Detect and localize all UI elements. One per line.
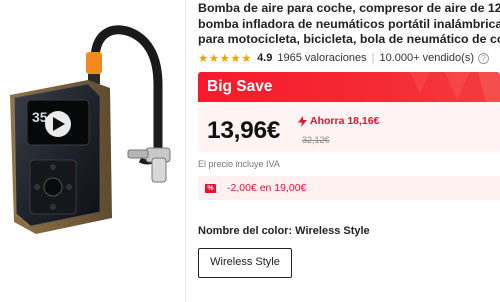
coupon-row[interactable]: % -2,00€ en 19,00€ [198, 176, 500, 200]
coupon-text: -2,00€ en 19,00€ [227, 182, 307, 194]
air-pump-illustration: 35 [10, 25, 171, 234]
product-title: Bomba de aire para coche, compresor de a… [198, 1, 500, 48]
star-rating-icon[interactable]: ★★★★★ [198, 51, 252, 65]
review-count-link[interactable]: 1965 valoraciones [277, 52, 366, 64]
product-info: Bomba de aire para coche, compresor de a… [198, 0, 500, 302]
play-icon[interactable] [45, 111, 71, 137]
deal-banner: Big Save [198, 72, 500, 102]
savings-label: Ahorra 18,16€ [298, 115, 379, 127]
original-price: 32,12€ [302, 135, 330, 145]
title-line-1: Bomba de aire para coche, compresor de a… [198, 1, 500, 15]
hose-collar [86, 52, 102, 74]
bolt-icon [298, 115, 307, 127]
savings-text: Ahorra 18,16€ [310, 115, 380, 127]
deal-body: 13,96€ Ahorra 18,16€ 32,12€ [198, 102, 500, 152]
rating-value: 4.9 [257, 52, 273, 64]
title-line-2: bomba infladora de neumáticos portátil i… [198, 16, 500, 31]
sold-count: 10.000+ vendido(s) [379, 52, 474, 64]
column-divider [185, 0, 186, 302]
rating-row: ★★★★★ 4.9 1965 valoraciones | 10.000+ ve… [198, 51, 500, 65]
banner-pattern-icon [410, 72, 500, 102]
sale-price: 13,96€ [207, 117, 281, 144]
color-option-wireless-style[interactable]: Wireless Style [198, 248, 292, 278]
color-name-label: Nombre del color: Wireless Style [198, 225, 370, 237]
separator: | [371, 52, 375, 64]
deal-box: Big Save 13,96€ Ahorra 18,16€ 32,12€ [198, 72, 500, 152]
product-image[interactable]: 35 [0, 0, 185, 302]
deal-banner-label: Big Save [207, 78, 273, 95]
tax-note: El precio incluye IVA [198, 159, 280, 169]
title-line-3: para motocicleta, bicicleta, bola de neu… [198, 32, 500, 46]
coupon-icon: % [205, 183, 216, 193]
help-icon[interactable]: ? [478, 52, 489, 64]
